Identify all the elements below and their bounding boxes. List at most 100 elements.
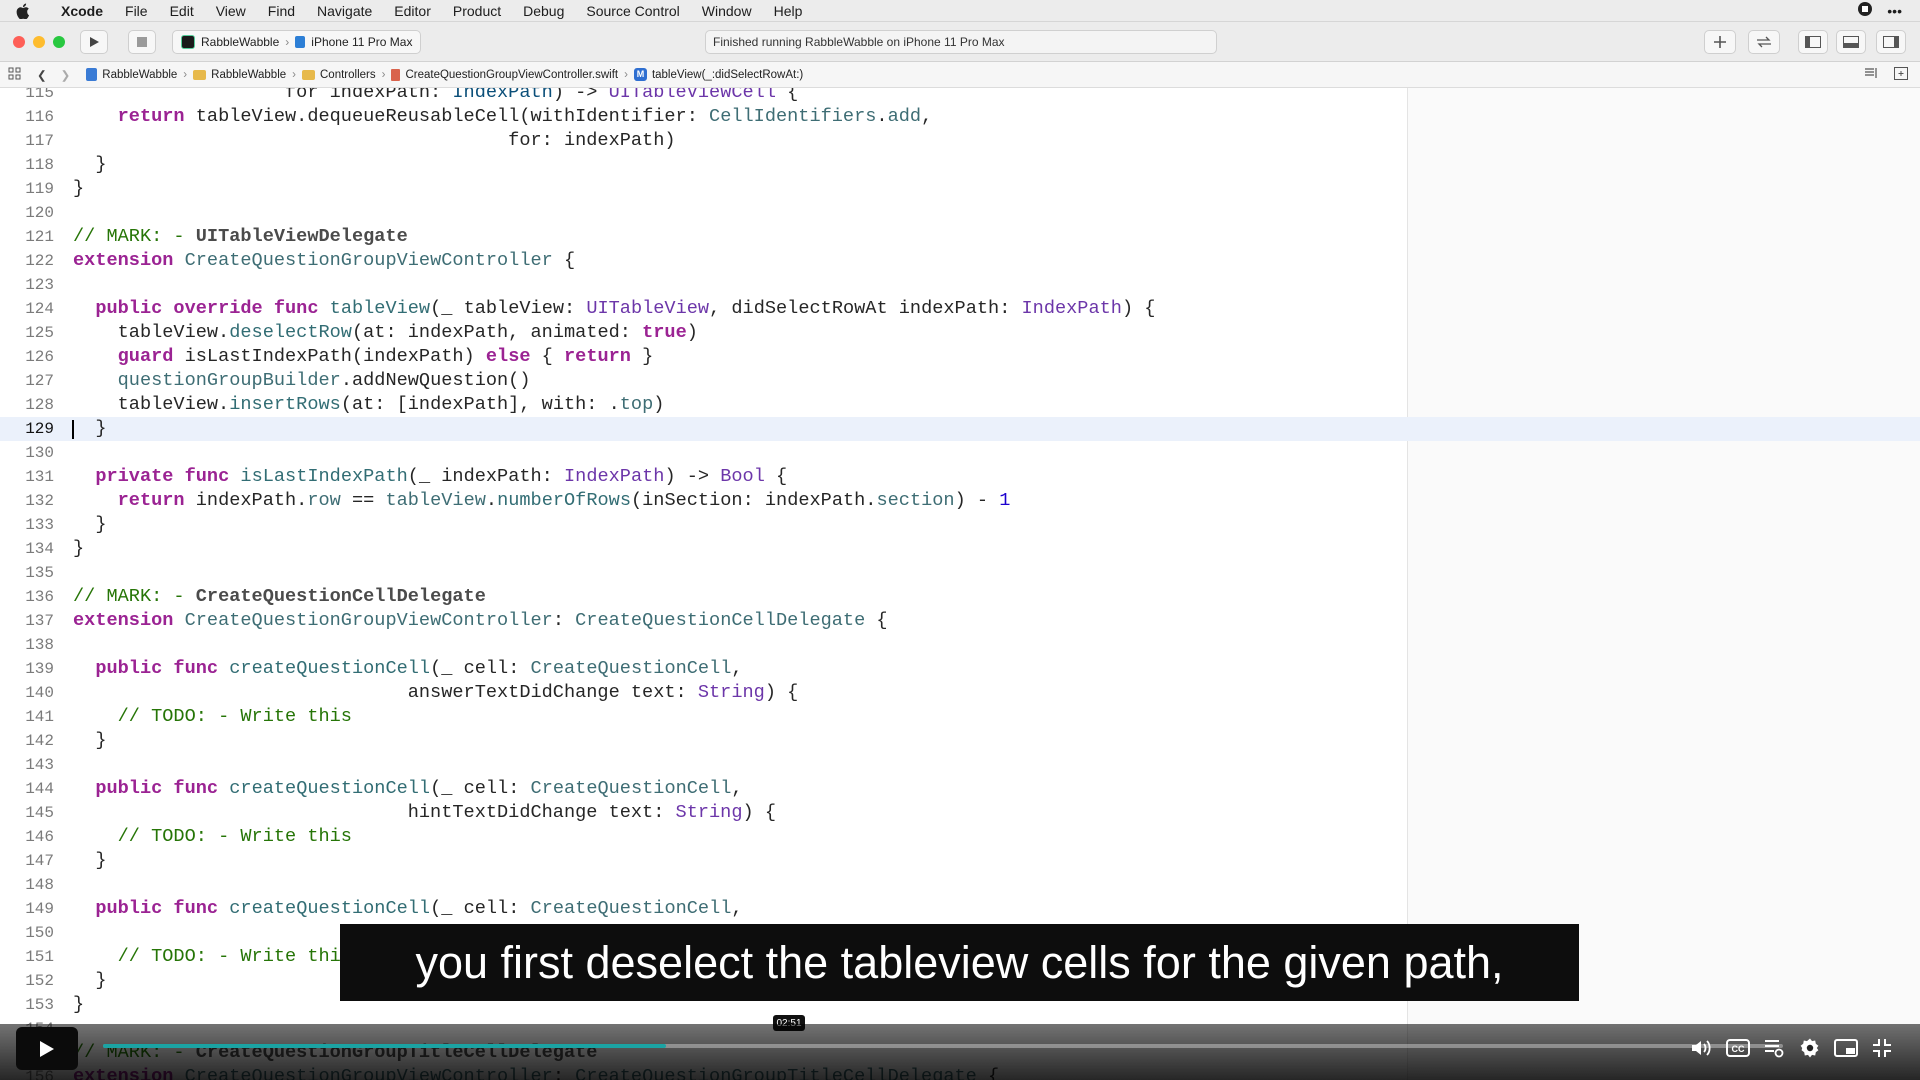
volume-icon[interactable]	[1688, 1034, 1716, 1062]
code-token: UITableViewCell	[608, 88, 776, 103]
exit-fullscreen-icon[interactable]	[1868, 1034, 1896, 1062]
code-line[interactable]: 143	[0, 753, 1920, 777]
menu-help[interactable]: Help	[763, 3, 814, 19]
code-token: IndexPath	[564, 466, 665, 487]
code-line[interactable]: 130	[0, 441, 1920, 465]
close-window-icon[interactable]	[13, 36, 25, 48]
minimize-window-icon[interactable]	[33, 36, 45, 48]
toggle-navigator-button[interactable]	[1798, 30, 1828, 54]
add-editor-icon[interactable]	[1894, 66, 1908, 83]
line-number: 150	[25, 924, 54, 942]
code-token: questionGroupBuilder	[117, 370, 341, 391]
code-token: }	[73, 178, 85, 199]
menu-editor[interactable]: Editor	[383, 3, 442, 19]
code-line[interactable]: 148	[0, 873, 1920, 897]
menu-app-name[interactable]: Xcode	[50, 3, 114, 19]
code-token: deselectRow	[229, 322, 352, 343]
code-line[interactable]: 129 }	[0, 417, 1920, 441]
code-token: return	[117, 490, 185, 511]
menu-find[interactable]: Find	[257, 3, 306, 19]
bottom-panel-icon	[1843, 36, 1859, 48]
code-line[interactable]: 123	[0, 273, 1920, 297]
code-line[interactable]: 144 public func createQuestionCell(_ cel…	[0, 777, 1920, 801]
closed-captions-icon[interactable]: CC	[1724, 1034, 1752, 1062]
code-line[interactable]: 146 // TODO: - Write this	[0, 825, 1920, 849]
code-line[interactable]: 116 return tableView.dequeueReusableCell…	[0, 105, 1920, 129]
code-line[interactable]: 119}	[0, 177, 1920, 201]
code-line[interactable]: 139 public func createQuestionCell(_ cel…	[0, 657, 1920, 681]
code-token: }	[630, 346, 654, 367]
more-menu-icon[interactable]: •••	[1887, 3, 1902, 19]
toggle-debug-area-button[interactable]	[1836, 30, 1866, 54]
progress-track[interactable]	[103, 1044, 1783, 1048]
minimap-toggle-icon[interactable]	[1864, 67, 1880, 82]
code-line[interactable]: 140 answerTextDidChange text: String) {	[0, 681, 1920, 705]
code-line[interactable]: 138	[0, 633, 1920, 657]
code-line[interactable]: 134}	[0, 537, 1920, 561]
breadcrumb-symbol[interactable]: M tableView(_:didSelectRowAt:)	[633, 68, 803, 81]
line-number: 132	[25, 492, 54, 510]
menu-navigate[interactable]: Navigate	[306, 3, 383, 19]
library-button[interactable]	[1704, 30, 1736, 54]
code-line[interactable]: 125 tableView.deselectRow(at: indexPath,…	[0, 321, 1920, 345]
code-line[interactable]: 122 extension CreateQuestionGroupViewCont…	[0, 249, 1920, 273]
code-line[interactable]: 133 }	[0, 513, 1920, 537]
related-items-icon[interactable]	[8, 67, 21, 83]
menu-file[interactable]: File	[114, 3, 159, 19]
code-line[interactable]: 131 private func isLastIndexPath(_ index…	[0, 465, 1920, 489]
code-line[interactable]: 117 for: indexPath)	[0, 129, 1920, 153]
toggle-inspector-button[interactable]	[1876, 30, 1906, 54]
scheme-selector[interactable]: RabbleWabble › iPhone 11 Pro Max	[172, 30, 422, 54]
line-number: 115	[25, 88, 54, 102]
apple-menu-icon[interactable]	[16, 3, 36, 19]
code-line[interactable]: 127 questionGroupBuilder.addNewQuestion(…	[0, 369, 1920, 393]
menu-edit[interactable]: Edit	[159, 3, 205, 19]
breadcrumb-file[interactable]: CreateQuestionGroupViewController.swift	[391, 68, 618, 81]
record-status-icon[interactable]	[1857, 1, 1873, 20]
code-line[interactable]: 145 hintTextDidChange text: String) {	[0, 801, 1920, 825]
code-line[interactable]: 141 // TODO: - Write this	[0, 705, 1920, 729]
code-line[interactable]: 132 return indexPath.row == tableView.nu…	[0, 489, 1920, 513]
code-line[interactable]: 136 // MARK: - CreateQuestionCellDelegate	[0, 585, 1920, 609]
menu-source-control[interactable]: Source Control	[575, 3, 690, 19]
code-line[interactable]: 118 }	[0, 153, 1920, 177]
code-line[interactable]: 142 }	[0, 729, 1920, 753]
transcript-icon[interactable]	[1760, 1034, 1788, 1062]
code-token: extension	[73, 610, 174, 631]
line-number: 117	[25, 132, 54, 150]
code-line[interactable]: 135	[0, 561, 1920, 585]
plus-icon	[1714, 36, 1726, 48]
picture-in-picture-icon[interactable]	[1832, 1034, 1860, 1062]
breadcrumb-project[interactable]: RabbleWabble	[86, 68, 177, 81]
code-token: ,	[921, 106, 933, 127]
folder-icon	[193, 69, 207, 80]
line-number: 143	[25, 756, 54, 774]
code-line[interactable]: 115 for indexPath: IndexPath) -> UITable…	[0, 88, 1920, 105]
code-line[interactable]: 147 }	[0, 849, 1920, 873]
code-line[interactable]: 128 tableView.insertRows(at: [indexPath]…	[0, 393, 1920, 417]
breadcrumb-group[interactable]: RabbleWabble	[193, 69, 286, 81]
code-line[interactable]: 121 // MARK: - UITableViewDelegate	[0, 225, 1920, 249]
menu-window[interactable]: Window	[691, 3, 763, 19]
code-line[interactable]: 120	[0, 201, 1920, 225]
code-review-button[interactable]	[1748, 30, 1780, 54]
play-button[interactable]	[16, 1027, 78, 1070]
back-arrow-icon[interactable]: ❮	[37, 68, 47, 82]
menu-product[interactable]: Product	[442, 3, 512, 19]
run-button[interactable]	[80, 30, 108, 54]
zoom-window-icon[interactable]	[53, 36, 65, 48]
menu-view[interactable]: View	[205, 3, 257, 19]
settings-gear-icon[interactable]	[1796, 1034, 1824, 1062]
code-line[interactable]: 137 extension CreateQuestionGroupViewCont…	[0, 609, 1920, 633]
code-line[interactable]: 126 guard isLastIndexPath(indexPath) els…	[0, 345, 1920, 369]
forward-arrow-icon[interactable]: ❯	[61, 68, 71, 82]
code-line[interactable]: 149 public func createQuestionCell(_ cel…	[0, 897, 1920, 921]
code-line[interactable]: 124 public override func tableView(_ tab…	[0, 297, 1920, 321]
breadcrumb-folder[interactable]: Controllers	[302, 69, 376, 81]
menu-debug[interactable]: Debug	[512, 3, 575, 19]
scheme-target-label: RabbleWabble	[201, 35, 280, 49]
stop-button[interactable]	[128, 30, 156, 54]
